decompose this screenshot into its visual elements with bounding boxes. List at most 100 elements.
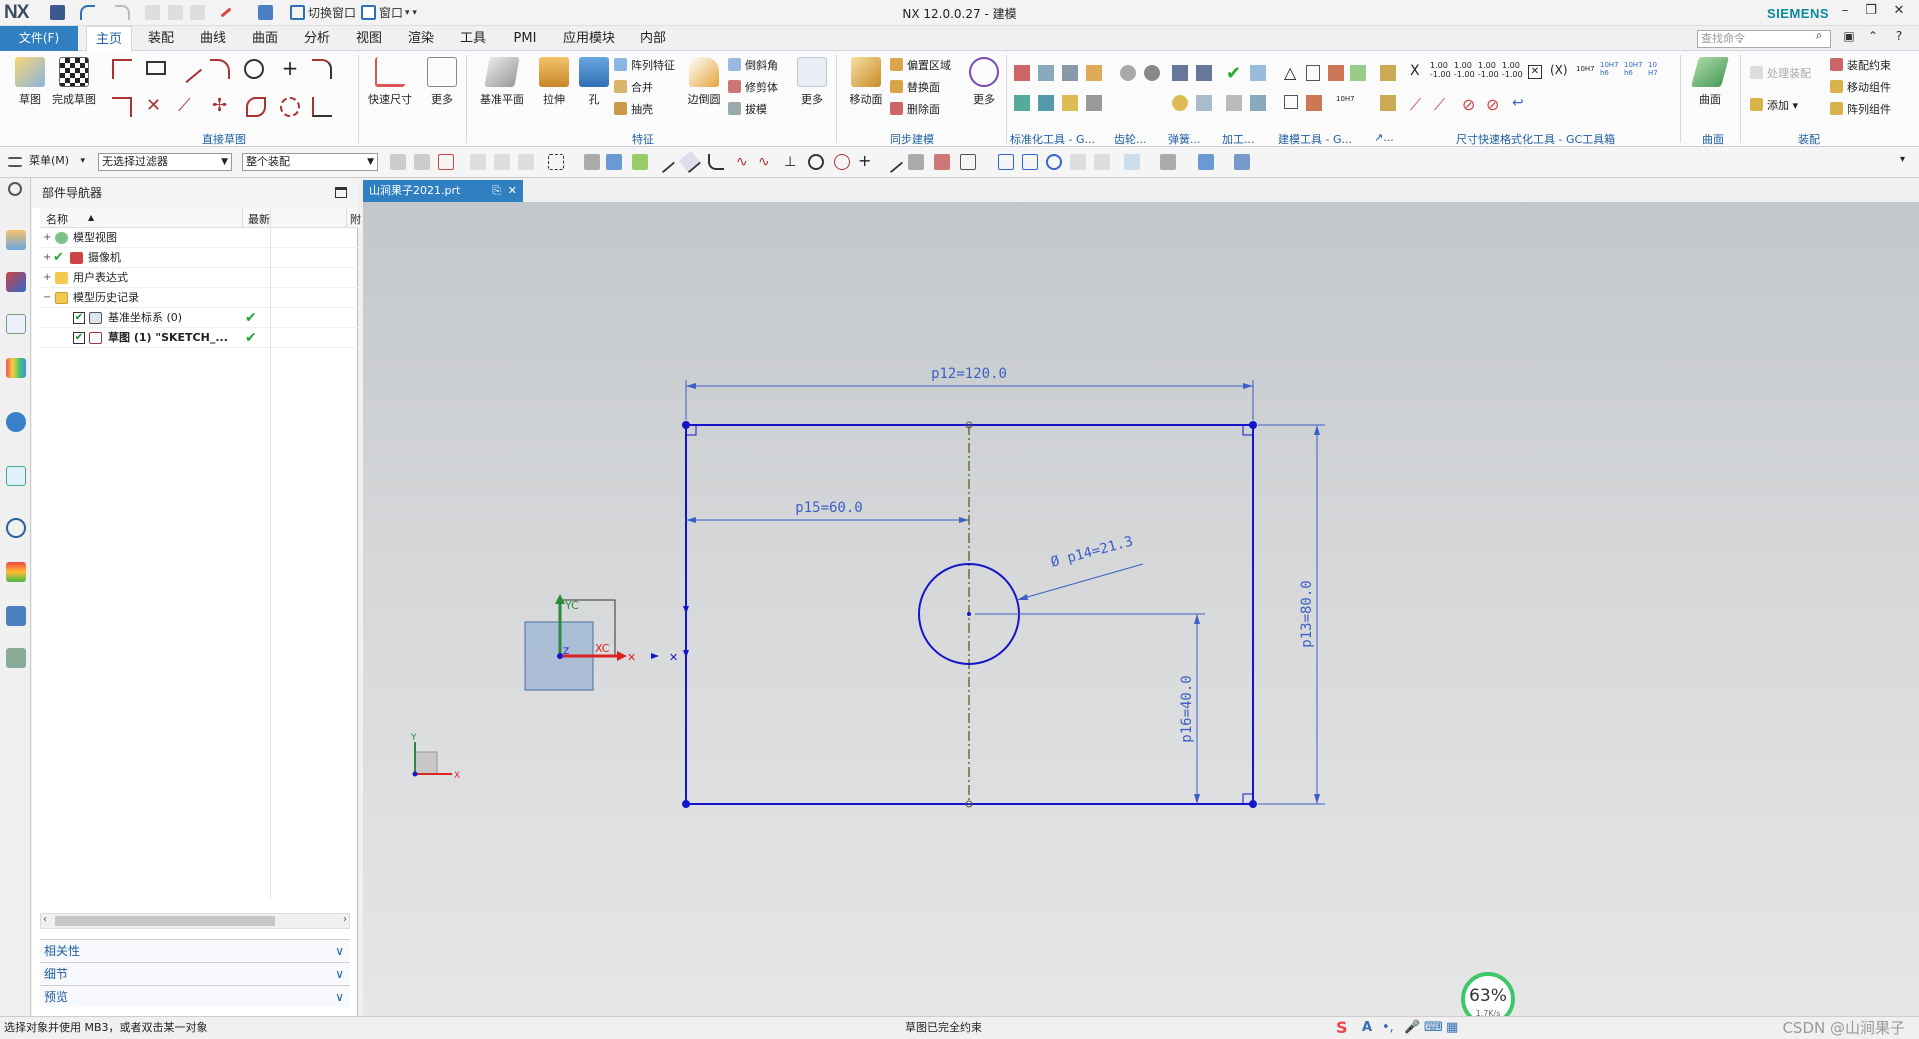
tolerance3-icon[interactable]: 1.00 -1.00 bbox=[1478, 61, 1499, 81]
tool-row2-13-icon[interactable]: ⟋ bbox=[1410, 95, 1430, 115]
perspective-icon[interactable] bbox=[1094, 154, 1110, 170]
filter-tool-icon[interactable] bbox=[470, 154, 486, 170]
shell-button[interactable]: 抽壳 bbox=[614, 101, 653, 119]
filter-tool-icon[interactable] bbox=[390, 154, 406, 170]
process-studio-icon[interactable] bbox=[6, 562, 26, 582]
circle-icon[interactable] bbox=[244, 59, 264, 79]
profile-icon[interactable] bbox=[112, 59, 132, 79]
tab-applications[interactable]: 应用模块 bbox=[556, 26, 622, 51]
tree-node-model-views[interactable]: + 模型视图 bbox=[40, 228, 358, 248]
point-icon[interactable]: + bbox=[280, 58, 300, 79]
mirror-curve-icon[interactable] bbox=[312, 97, 332, 117]
move-component-button[interactable]: 移动组件 bbox=[1830, 79, 1891, 97]
chamfer-button[interactable]: 倒斜角 bbox=[728, 57, 778, 75]
standard-part-icon[interactable] bbox=[1014, 65, 1030, 81]
draft-button[interactable]: 拔模 bbox=[728, 101, 767, 119]
snap-quadrant-icon[interactable] bbox=[834, 154, 850, 170]
box-x-icon[interactable]: ✕ bbox=[1528, 65, 1542, 79]
tool-row2-9-icon[interactable] bbox=[1284, 95, 1298, 109]
edit-section-icon[interactable] bbox=[1160, 154, 1176, 170]
triangle-icon[interactable]: △ bbox=[1284, 63, 1304, 83]
visibility-checkbox[interactable]: ✔ bbox=[73, 332, 85, 344]
line-icon[interactable] bbox=[173, 54, 203, 84]
tolerance2-icon[interactable]: 1.00 -1.00 bbox=[1454, 61, 1475, 81]
tab-tools[interactable]: 工具 bbox=[452, 26, 494, 51]
expand-icon[interactable]: + bbox=[43, 228, 51, 248]
table-icon[interactable] bbox=[1062, 65, 1078, 81]
pattern-curve-icon[interactable] bbox=[280, 97, 300, 117]
balloon2-icon[interactable] bbox=[1350, 65, 1366, 81]
snap-onface-icon[interactable] bbox=[908, 154, 924, 170]
tab-render[interactable]: 渲染 bbox=[400, 26, 442, 51]
replace-face-button[interactable]: 替换面 bbox=[890, 79, 940, 97]
ime-language-icon[interactable]: A bbox=[1362, 1019, 1372, 1037]
panel-dependencies[interactable]: 相关性 ∨ bbox=[40, 939, 350, 961]
snap-intersection-icon[interactable]: ⊥ bbox=[784, 154, 800, 170]
process-assembly-button[interactable]: 处理装配 bbox=[1750, 65, 1811, 83]
tool-row2-3-icon[interactable] bbox=[1062, 95, 1078, 111]
offset-curve-icon[interactable] bbox=[246, 97, 266, 117]
tool-row2-15-icon[interactable]: ⊘ bbox=[1462, 95, 1482, 115]
gear2-icon[interactable] bbox=[1144, 65, 1160, 81]
filter-tool-icon[interactable] bbox=[518, 154, 534, 170]
tree-node-datum-csys[interactable]: ✔ 基准坐标系 (0) ✔ bbox=[40, 308, 358, 328]
system-scene-icon[interactable] bbox=[6, 648, 26, 668]
sketch-button[interactable]: 草图 bbox=[6, 57, 54, 107]
layer-icon[interactable] bbox=[1038, 65, 1054, 81]
filter-tool-icon[interactable] bbox=[414, 154, 430, 170]
edge-blend-button[interactable]: 边倒圆 bbox=[680, 57, 728, 107]
more-button-sync[interactable]: 更多 bbox=[960, 57, 1008, 107]
diameter-dimension[interactable]: Ø p14=21.3 bbox=[1049, 534, 1135, 571]
sketch-vertex[interactable] bbox=[1249, 800, 1257, 808]
tab-assembly[interactable]: 装配 bbox=[140, 26, 182, 51]
tolerance4-icon[interactable]: 1.00 -1.00 bbox=[1502, 61, 1523, 81]
fillet-icon[interactable] bbox=[312, 59, 332, 79]
drill-icon[interactable] bbox=[1196, 65, 1212, 81]
horizontal-scrollbar[interactable]: ‹ › bbox=[40, 913, 350, 929]
search-icon[interactable]: ⌕ bbox=[1809, 28, 1829, 43]
close-tab-icon[interactable]: ✕ bbox=[508, 180, 517, 202]
tool-row2-17-icon[interactable]: ↩ bbox=[1512, 95, 1532, 115]
sketch-vertex[interactable] bbox=[682, 421, 690, 429]
view-fit-icon[interactable] bbox=[998, 154, 1014, 170]
tree-node-model-history[interactable]: − 模型历史记录 bbox=[40, 288, 358, 308]
tool-row2-8-icon[interactable] bbox=[1250, 95, 1266, 111]
collapse-ribbon-icon[interactable]: ⌃ bbox=[1863, 29, 1883, 43]
microphone-icon[interactable]: 🎤 bbox=[1404, 1019, 1420, 1037]
type-filter-dropdown[interactable]: 无选择过滤器 ▼ bbox=[98, 153, 232, 171]
tool-row2-5-icon[interactable] bbox=[1172, 95, 1188, 111]
spring-icon[interactable] bbox=[1172, 65, 1188, 81]
snap-center-icon[interactable] bbox=[808, 154, 824, 170]
rotate-icon[interactable] bbox=[1046, 154, 1062, 170]
trim-body-button[interactable]: 修剪体 bbox=[728, 79, 778, 97]
fit-h7-3-icon[interactable]: 10H7 h6 bbox=[1624, 61, 1644, 81]
column-header-name[interactable]: 名称 bbox=[46, 211, 68, 227]
width-dimension[interactable]: p12=120.0 bbox=[931, 366, 1007, 382]
tolerance-x-icon[interactable]: X bbox=[1410, 63, 1430, 83]
offset-region-button[interactable]: 偏置区域 bbox=[890, 57, 951, 75]
column-header-latest[interactable]: 最新 bbox=[248, 211, 270, 227]
assembly-constraints-button[interactable]: 装配约束 bbox=[1830, 57, 1891, 75]
part-navigator-icon[interactable] bbox=[6, 314, 26, 334]
paren-x-icon[interactable]: (X) bbox=[1550, 63, 1570, 83]
main-menu-button[interactable]: 菜单(M) ▾ bbox=[26, 153, 88, 171]
tab-home[interactable]: 主页 bbox=[86, 26, 132, 51]
pattern-feature-button[interactable]: 阵列特征 bbox=[614, 57, 675, 75]
sogou-logo-icon[interactable]: S bbox=[1336, 1019, 1348, 1037]
tab-pmi[interactable]: PMI bbox=[504, 26, 546, 51]
view-zoom-icon[interactable] bbox=[1022, 154, 1038, 170]
symbol-icon[interactable] bbox=[1380, 65, 1396, 81]
orient-view-icon[interactable] bbox=[1198, 154, 1214, 170]
snap-point-icon[interactable]: + bbox=[858, 153, 874, 170]
datum-plane-button[interactable]: 基准平面 bbox=[474, 57, 530, 107]
tool-row2-1-icon[interactable] bbox=[1014, 95, 1030, 111]
tool-row2-11-icon[interactable]: 10H7 bbox=[1336, 95, 1356, 115]
help-icon[interactable]: ? bbox=[1889, 29, 1909, 43]
snap-grid-icon[interactable] bbox=[632, 154, 648, 170]
snap-all-icon[interactable] bbox=[960, 154, 976, 170]
minimize-button[interactable]: – bbox=[1835, 3, 1855, 18]
file-menu-button[interactable]: 文件(F) bbox=[0, 26, 78, 51]
move-face-button[interactable]: 移动面 bbox=[842, 57, 890, 107]
snap-curve-icon[interactable] bbox=[708, 154, 724, 170]
settings-gear-icon[interactable] bbox=[8, 182, 22, 196]
